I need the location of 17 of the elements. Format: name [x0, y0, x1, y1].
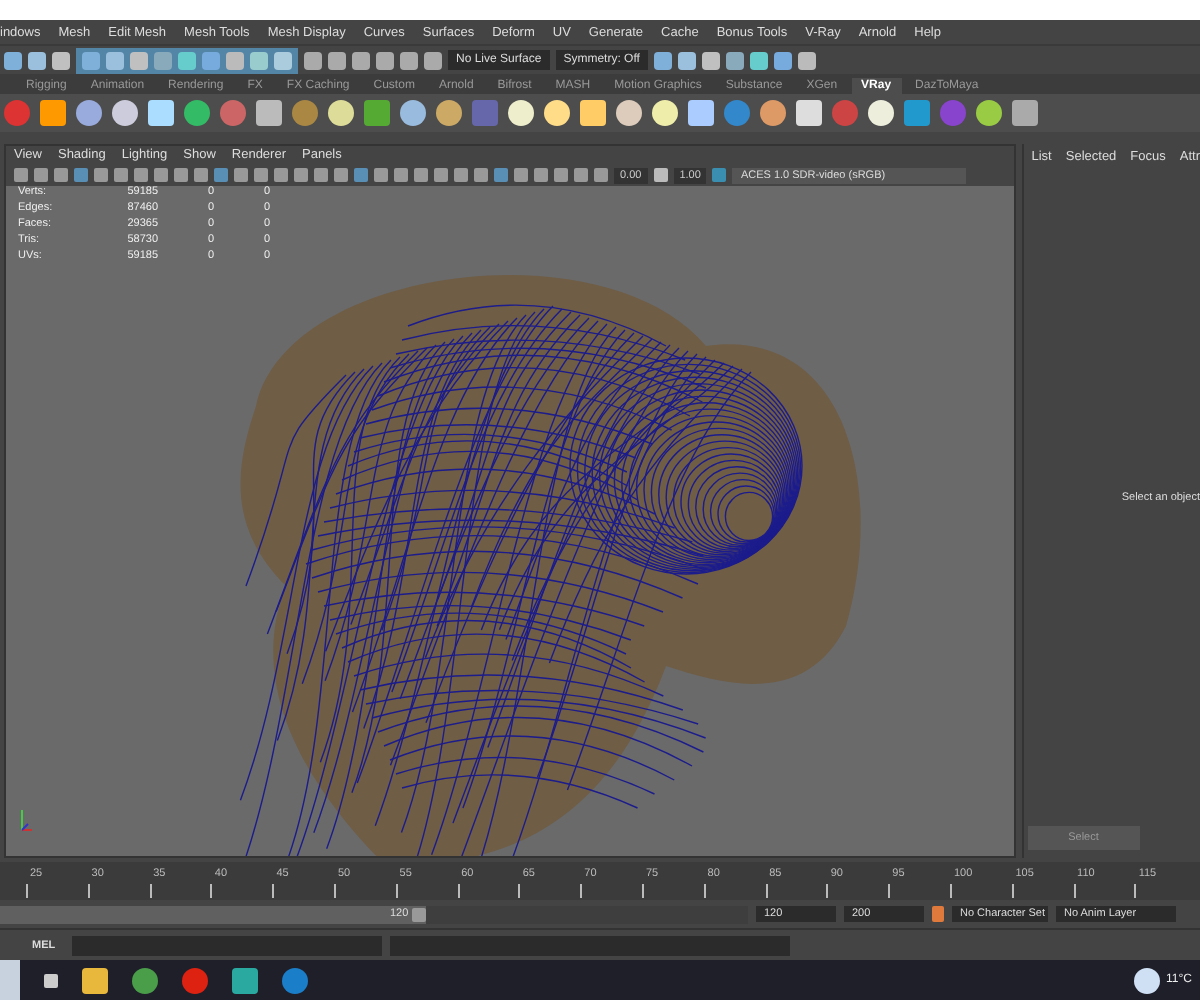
- shelf-tool-icon[interactable]: [544, 100, 570, 126]
- shelf-tool-icon[interactable]: [508, 100, 534, 126]
- axis-icon: [18, 808, 34, 832]
- shelf-tool-icon[interactable]: [616, 100, 642, 126]
- shelf-tool-icon[interactable]: [652, 100, 678, 126]
- shelf-tool-icon[interactable]: [976, 100, 1002, 126]
- shelf-tool-icon[interactable]: [112, 100, 138, 126]
- shelf-tool-icon[interactable]: [868, 100, 894, 126]
- shelf-tool-icon[interactable]: [760, 100, 786, 126]
- window-thumbnail[interactable]: [0, 960, 20, 1000]
- command-input-field[interactable]: [71, 935, 382, 955]
- shelf-tool-icon[interactable]: [400, 100, 426, 126]
- shelf-tool-icon[interactable]: [328, 100, 354, 126]
- shelf-tool-icon[interactable]: [184, 100, 210, 126]
- shelf-tool-icon[interactable]: [76, 100, 102, 126]
- shelf-tool-icon[interactable]: [436, 100, 462, 126]
- range-bar[interactable]: [0, 905, 427, 923]
